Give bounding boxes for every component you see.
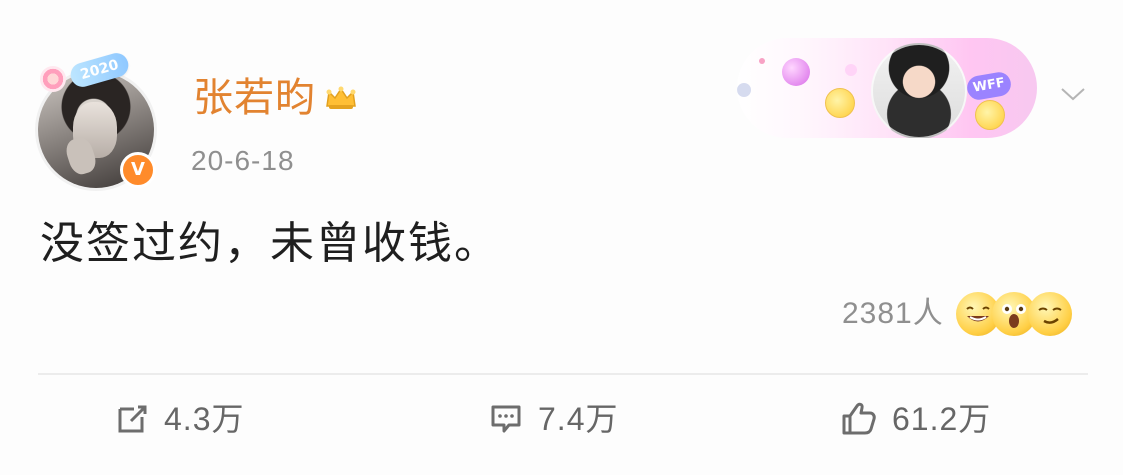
weibo-post-card: 2020 V 张若昀 20-6-18 WFF 没签过约，未曾收钱。 2381人 … xyxy=(0,0,1123,475)
like-count: 61.2万 xyxy=(892,401,992,437)
share-button[interactable]: 4.3万 xyxy=(112,394,245,444)
divider xyxy=(38,373,1088,375)
comment-button[interactable]: 7.4万 xyxy=(486,394,619,444)
fan-card-emoji-icon-right xyxy=(975,100,1005,130)
fan-card-emoji-icon xyxy=(825,88,855,118)
share-icon xyxy=(112,399,152,439)
crown-icon-svg xyxy=(326,86,356,109)
reaction-icons xyxy=(955,292,1072,336)
decor-bubble-large xyxy=(782,58,810,86)
post-text: 没签过约，未曾收钱。 xyxy=(40,218,500,269)
like-button[interactable]: 61.2万 xyxy=(838,394,991,444)
decor-bubble-tiny xyxy=(759,58,765,64)
user-avatar[interactable]: 2020 V xyxy=(28,50,178,195)
share-count: 4.3万 xyxy=(164,401,245,437)
fan-card-badge: WFF xyxy=(965,70,1013,102)
smirk-emoji-icon xyxy=(1027,292,1072,336)
user-name[interactable]: 张若昀 xyxy=(193,74,316,122)
chevron-down-icon-svg xyxy=(1061,88,1085,101)
comment-icon xyxy=(486,399,526,439)
user-name-row: 张若昀 xyxy=(193,74,358,122)
chevron-down-icon[interactable] xyxy=(1058,82,1088,106)
verified-badge-icon: V xyxy=(120,152,156,188)
comment-icon-svg xyxy=(491,405,521,433)
comment-count: 7.4万 xyxy=(538,401,619,437)
smirk-emoji-face xyxy=(1038,307,1062,324)
crown-icon xyxy=(324,84,358,112)
share-icon-svg xyxy=(118,405,147,433)
thumbs-up-icon-svg xyxy=(842,402,876,435)
fan-card-portrait xyxy=(871,43,967,138)
fan-card-decoration: WFF xyxy=(737,38,1037,138)
reaction-summary[interactable]: 2381人 xyxy=(842,292,1072,336)
post-date: 20-6-18 xyxy=(191,145,295,176)
decor-bubble-small-left xyxy=(737,83,751,97)
thumbs-up-icon xyxy=(838,398,880,440)
decor-bubble-small xyxy=(845,64,857,76)
reaction-count: 2381人 xyxy=(842,297,944,330)
avatar-frame-flower-icon xyxy=(40,66,66,92)
